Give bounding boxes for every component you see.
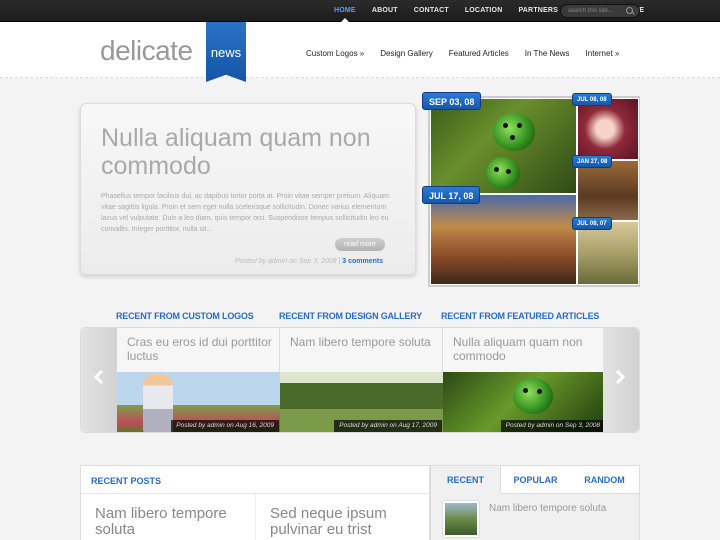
tab-random[interactable]: RANDOM: [570, 466, 639, 494]
beetle-spot: [510, 135, 515, 140]
logo-ribbon[interactable]: news: [206, 22, 246, 82]
nav-in-the-news[interactable]: In The News: [525, 49, 570, 58]
recent-post-title[interactable]: Sed neque ipsum pulvinar eu trist: [255, 494, 429, 540]
beetle-spot: [517, 123, 522, 128]
carousel-item-title[interactable]: Nam libero tempore soluta: [290, 335, 440, 349]
topnav-partners[interactable]: PARTNERS: [510, 0, 566, 22]
carousel-item-meta: Posted by admin on Aug 16, 2009: [171, 420, 279, 432]
nav-internet[interactable]: Internet »: [586, 49, 620, 58]
main-nav: Custom Logos » Design Gallery Featured A…: [306, 49, 635, 58]
search-icon[interactable]: [626, 7, 633, 14]
carousel-item-meta: Posted by admin on Aug 17, 2009: [334, 420, 442, 432]
collage-image-buildings[interactable]: [430, 194, 577, 285]
beetle-spot: [503, 123, 508, 128]
collage-image-flower[interactable]: [577, 98, 639, 160]
beetle-spot: [537, 389, 542, 394]
chevron-right-icon: [610, 369, 626, 385]
search-placeholder: search this site...: [568, 8, 614, 14]
beetle-shape: [513, 378, 553, 414]
beetle-shape: [486, 157, 520, 189]
carousel-item-title[interactable]: Nulla aliquam quam non commodo: [453, 335, 603, 363]
chevron-left-icon: [93, 369, 109, 385]
recent-posts-heading: RECENT POSTS: [81, 466, 429, 494]
nav-design-gallery[interactable]: Design Gallery: [380, 49, 432, 58]
tabbed-widget: RECENT POPULAR RANDOM Nam libero tempore…: [430, 465, 640, 540]
section-heading-featured-articles: RECENT FROM FEATURED ARTICLES: [441, 311, 600, 321]
carousel-next-button[interactable]: [603, 328, 639, 432]
recent-post-title[interactable]: Nam libero tempore soluta: [81, 494, 255, 540]
beetle-shape: [493, 113, 535, 151]
carousel-item[interactable]: Nulla aliquam quam non commodo Posted by…: [443, 328, 606, 432]
tab-recent[interactable]: RECENT: [431, 466, 501, 494]
date-tag: JAN 27, 08: [572, 155, 613, 168]
person-figure: [143, 374, 173, 432]
featured-excerpt: Phasellus tempor facilisis dui, ac dapib…: [101, 193, 389, 233]
recent-carousel: Cras eu eros id dui porttitor luctus Pos…: [80, 327, 640, 433]
date-tag: SEP 03, 08: [422, 92, 482, 110]
date-tag: JUL 08, 08: [572, 93, 612, 106]
beetle-spot: [523, 388, 528, 393]
section-heading-design-gallery: RECENT FROM DESIGN GALLERY: [279, 311, 422, 321]
comments-link[interactable]: 3 comments: [342, 258, 383, 265]
top-bar: HOME ABOUT CONTACT LOCATION PARTNERS REQ…: [0, 0, 720, 22]
collage-image-beetle[interactable]: [430, 98, 577, 194]
featured-meta-text: Posted by admin on Sep 3, 2008 |: [235, 258, 341, 265]
collage-image-alley[interactable]: [577, 160, 639, 221]
site-header: delicate news Custom Logos » Design Gall…: [0, 22, 720, 82]
carousel-prev-button[interactable]: [81, 328, 117, 432]
featured-meta: Posted by admin on Sep 3, 2008 | 3 comme…: [235, 258, 383, 265]
nav-featured-articles[interactable]: Featured Articles: [449, 49, 509, 58]
recent-posts: RECENT POSTS Nam libero tempore soluta S…: [80, 465, 430, 540]
widget-tabs: RECENT POPULAR RANDOM: [431, 466, 639, 494]
widget-item-title[interactable]: Nam libero tempore soluta: [489, 503, 629, 515]
widget-item-thumbnail[interactable]: [443, 501, 479, 537]
topnav-location[interactable]: LOCATION: [457, 0, 511, 22]
section-heading-custom-logos: RECENT FROM CUSTOM LOGOS: [116, 311, 254, 321]
search-input[interactable]: search this site...: [560, 4, 640, 18]
topnav-contact[interactable]: CONTACT: [406, 0, 457, 22]
topnav-about[interactable]: ABOUT: [364, 0, 406, 22]
carousel-item[interactable]: Nam libero tempore soluta Posted by admi…: [280, 328, 443, 432]
carousel-item-title[interactable]: Cras eu eros id dui porttitor luctus: [127, 335, 277, 363]
carousel-item-meta: Posted by admin on Sep 3, 2008: [500, 420, 605, 432]
beetle-spot: [506, 169, 511, 174]
nav-custom-logos[interactable]: Custom Logos »: [306, 49, 364, 58]
carousel-item[interactable]: Cras eu eros id dui porttitor luctus Pos…: [117, 328, 280, 432]
date-tag: JUL 08, 07: [572, 217, 612, 230]
featured-post: Nulla aliquam quam non commodo Phasellus…: [80, 103, 416, 275]
tab-popular[interactable]: POPULAR: [501, 466, 570, 494]
featured-title[interactable]: Nulla aliquam quam non commodo: [101, 124, 401, 180]
date-tag: JUL 17, 08: [422, 186, 481, 204]
topnav-home[interactable]: HOME: [326, 0, 364, 22]
logo-text[interactable]: delicate: [100, 35, 193, 67]
beetle-spot: [494, 167, 499, 172]
read-more-button[interactable]: read more: [335, 238, 385, 251]
